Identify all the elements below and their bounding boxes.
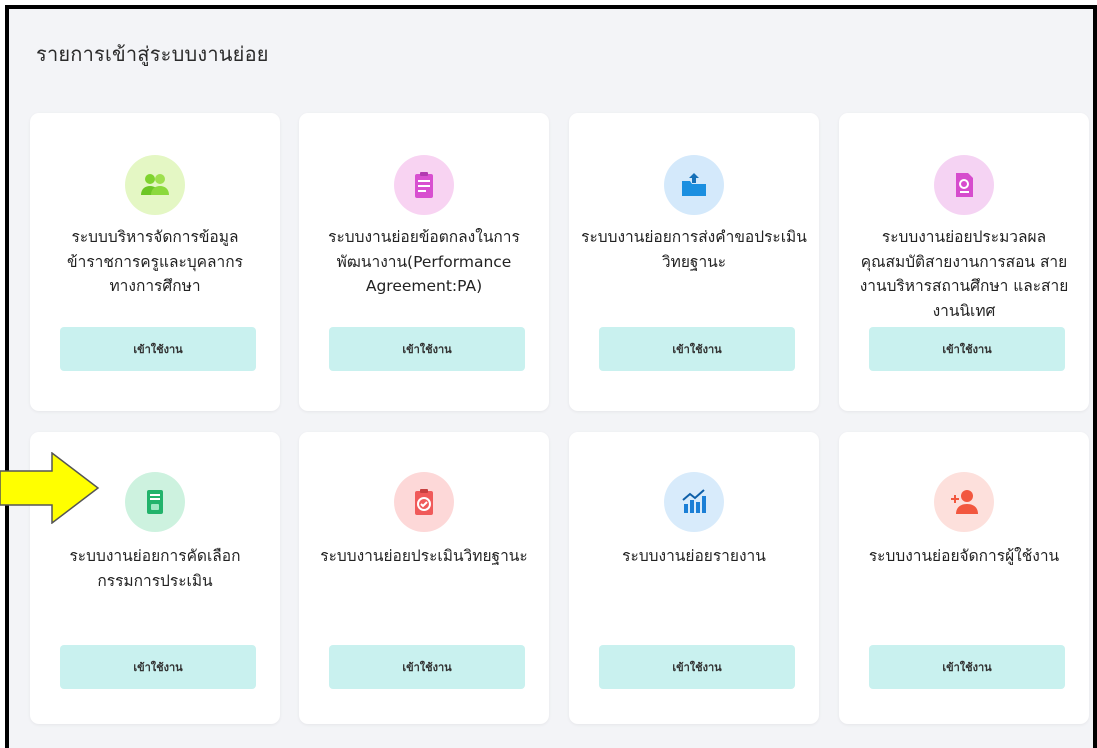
bar-chart-icon xyxy=(664,472,724,532)
add-user-icon xyxy=(934,472,994,532)
enter-button[interactable]: เข้าใช้งาน xyxy=(599,645,795,689)
folder-upload-icon xyxy=(664,155,724,215)
card-label: ระบบงานย่อยการส่งคำขอประเมินวิทยฐานะ xyxy=(581,228,807,271)
enter-button[interactable]: เข้าใช้งาน xyxy=(60,327,256,371)
card-label: ระบบงานย่อยจัดการผู้ใช้งาน xyxy=(868,547,1060,565)
page-title: รายการเข้าสู่ระบบงานย่อย xyxy=(36,42,269,66)
card-label: ระบบงานย่อยประมวลผลคุณสมบัติสายงานการสอน… xyxy=(859,228,1069,320)
subsystem-card-report: ระบบงานย่อยรายงาน เข้าใช้งาน xyxy=(569,432,819,724)
subsystem-card-submit-request: ระบบงานย่อยการส่งคำขอประเมินวิทยฐานะ เข้… xyxy=(569,113,819,411)
enter-button[interactable]: เข้าใช้งาน xyxy=(60,645,256,689)
card-label: ระบบบริหารจัดการข้อมูลข้าราชการครูและบุค… xyxy=(67,228,243,295)
users-icon xyxy=(125,155,185,215)
subsystem-card-user-management: ระบบงานย่อยจัดการผู้ใช้งาน เข้าใช้งาน xyxy=(839,432,1089,724)
subsystem-card-qualification: ระบบงานย่อยประมวลผลคุณสมบัติสายงานการสอน… xyxy=(839,113,1089,411)
clipboard-pa-icon xyxy=(394,155,454,215)
card-label: ระบบงานย่อยข้อตกลงในการพัฒนางาน(Performa… xyxy=(328,228,520,295)
document-search-icon xyxy=(934,155,994,215)
enter-button[interactable]: เข้าใช้งาน xyxy=(329,327,525,371)
pointer-arrow-icon xyxy=(0,452,100,524)
enter-button[interactable]: เข้าใช้งาน xyxy=(599,327,795,371)
enter-button[interactable]: เข้าใช้งาน xyxy=(869,645,1065,689)
clipboard-check-icon xyxy=(394,472,454,532)
enter-button[interactable]: เข้าใช้งาน xyxy=(869,327,1065,371)
id-card-icon xyxy=(125,472,185,532)
content-frame: รายการเข้าสู่ระบบงานย่อย ระบบบริหารจัดกา… xyxy=(5,5,1097,748)
enter-button[interactable]: เข้าใช้งาน xyxy=(329,645,525,689)
subsystem-card-pa: ระบบงานย่อยข้อตกลงในการพัฒนางาน(Performa… xyxy=(299,113,549,411)
subsystem-card-evaluation: ระบบงานย่อยประเมินวิทยฐานะ เข้าใช้งาน xyxy=(299,432,549,724)
card-label: ระบบงานย่อยประเมินวิทยฐานะ xyxy=(320,547,528,565)
card-label: ระบบงานย่อยการคัดเลือกกรรมการประเมิน xyxy=(69,547,241,590)
subsystem-card-teacher-data: ระบบบริหารจัดการข้อมูลข้าราชการครูและบุค… xyxy=(30,113,280,411)
card-label: ระบบงานย่อยรายงาน xyxy=(622,547,766,565)
